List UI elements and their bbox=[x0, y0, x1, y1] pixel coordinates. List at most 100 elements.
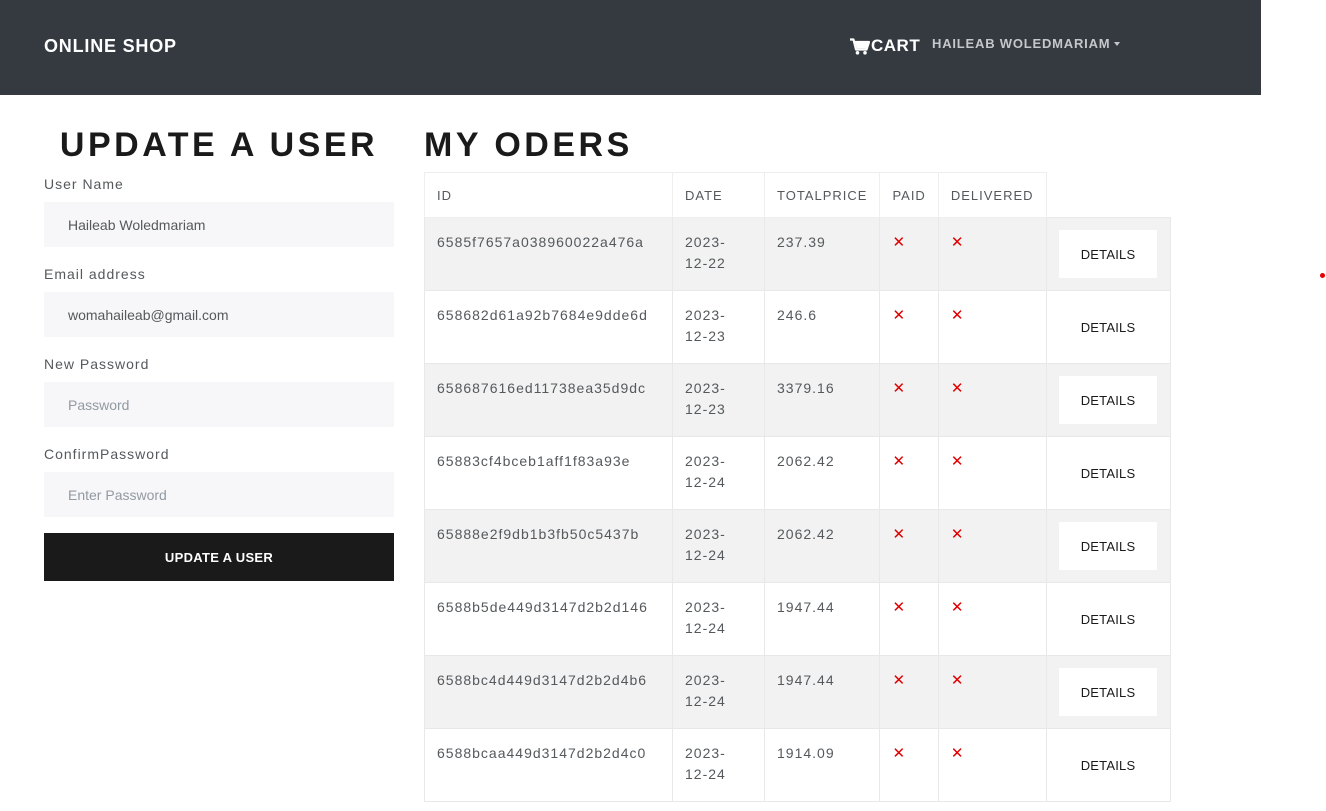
column-header-date: DATE bbox=[672, 172, 765, 218]
order-id: 6588bc4d449d3147d2b2d4b6 bbox=[424, 655, 673, 729]
cart-icon bbox=[850, 37, 870, 55]
order-date-line2: 12-24 bbox=[685, 766, 726, 782]
order-date-line1: 2023- bbox=[685, 380, 726, 396]
order-date: 2023- 12-22 bbox=[672, 217, 765, 291]
order-actions: DETAILS bbox=[1045, 436, 1171, 510]
username-input[interactable] bbox=[44, 202, 394, 247]
username-label: User Name bbox=[44, 176, 124, 192]
order-id: 658687616ed11738ea35d9dc bbox=[424, 363, 673, 437]
order-date-line2: 12-24 bbox=[685, 693, 726, 709]
column-header-actions bbox=[1046, 172, 1171, 218]
order-actions: DETAILS bbox=[1045, 509, 1171, 583]
delivered-status: ✕ bbox=[937, 655, 1047, 729]
table-row: 65883cf4bceb1aff1f83a93e 2023- 12-24 2062.4… bbox=[424, 436, 1171, 510]
order-actions: DETAILS bbox=[1045, 363, 1171, 437]
order-date-line1: 2023- bbox=[685, 234, 726, 250]
order-total: 1914.09 bbox=[763, 728, 881, 802]
delivered-status: ✕ bbox=[937, 363, 1047, 437]
paid-status: ✕ bbox=[879, 363, 939, 437]
details-button[interactable]: DETAILS bbox=[1059, 522, 1158, 570]
order-date-line1: 2023- bbox=[685, 307, 726, 323]
order-date: 2023- 12-24 bbox=[672, 436, 765, 510]
delivered-status: ✕ bbox=[937, 436, 1047, 510]
red-dot bbox=[1320, 273, 1325, 278]
order-id: 65888e2f9db1b3fb50c5437b bbox=[424, 509, 673, 583]
x-mark-icon: ✕ bbox=[892, 380, 906, 397]
orders-title: MY ODERS bbox=[424, 126, 633, 164]
order-total: 237.39 bbox=[763, 217, 881, 291]
order-date-line2: 12-24 bbox=[685, 474, 726, 490]
orders-body: 6585f7657a038960022a476a 2023- 12-22 237.39… bbox=[424, 217, 1171, 802]
order-actions: DETAILS bbox=[1045, 582, 1171, 656]
column-header-totalprice: TOTALPRICE bbox=[763, 172, 881, 218]
confirm-password-input[interactable] bbox=[44, 472, 394, 517]
order-date-line1: 2023- bbox=[685, 526, 726, 542]
paid-status: ✕ bbox=[879, 217, 939, 291]
order-date: 2023- 12-24 bbox=[672, 509, 765, 583]
table-row: 65888e2f9db1b3fb50c5437b 2023- 12-24 2062.4… bbox=[424, 509, 1171, 583]
order-date-line2: 12-22 bbox=[685, 255, 726, 271]
paid-status: ✕ bbox=[879, 582, 939, 656]
order-date: 2023- 12-23 bbox=[672, 363, 765, 437]
x-mark-icon: ✕ bbox=[950, 307, 964, 324]
order-actions: DETAILS bbox=[1045, 217, 1171, 291]
user-dropdown[interactable]: HAILEAB WOLEDMARIAM bbox=[932, 36, 1121, 51]
order-actions: DETAILS bbox=[1045, 655, 1171, 729]
details-button[interactable]: DETAILS bbox=[1059, 741, 1157, 789]
order-date-line2: 12-23 bbox=[685, 401, 726, 417]
x-mark-icon: ✕ bbox=[892, 599, 906, 616]
order-total: 1947.44 bbox=[763, 655, 881, 729]
table-row: 658682d61a92b7684e9dde6d 2023- 12-23 246.6 ✕… bbox=[424, 290, 1171, 364]
paid-status: ✕ bbox=[879, 290, 939, 364]
details-button[interactable]: DETAILS bbox=[1059, 303, 1157, 351]
cart-label: CART bbox=[871, 36, 921, 55]
order-total: 1947.44 bbox=[763, 582, 881, 656]
navbar: ONLINE SHOP CART HAILEAB WOLEDMARIAM bbox=[0, 0, 1261, 95]
details-button[interactable]: DETAILS bbox=[1059, 449, 1157, 497]
order-date: 2023- 12-23 bbox=[672, 290, 765, 364]
form-title: UPDATE A USER bbox=[59, 126, 379, 164]
x-mark-icon: ✕ bbox=[892, 453, 906, 470]
brand-link[interactable]: ONLINE SHOP bbox=[44, 36, 177, 57]
user-name-label: HAILEAB WOLEDMARIAM bbox=[932, 36, 1111, 51]
order-date: 2023- 12-24 bbox=[672, 728, 765, 802]
order-date-line1: 2023- bbox=[685, 672, 726, 688]
details-button[interactable]: DETAILS bbox=[1059, 595, 1157, 643]
delivered-status: ✕ bbox=[937, 290, 1047, 364]
paid-status: ✕ bbox=[879, 728, 939, 802]
details-button[interactable]: DETAILS bbox=[1059, 230, 1158, 278]
details-button[interactable]: DETAILS bbox=[1059, 668, 1158, 716]
order-total: 2062.42 bbox=[763, 509, 881, 583]
x-mark-icon: ✕ bbox=[950, 380, 964, 397]
orders-header-row: ID DATE TOTALPRICE PAID DELIVERED bbox=[424, 172, 1171, 218]
x-mark-icon: ✕ bbox=[950, 526, 964, 543]
column-header-paid: PAID bbox=[879, 172, 939, 218]
column-header-id: ID bbox=[424, 172, 673, 218]
column-header-delivered: DELIVERED bbox=[937, 172, 1047, 218]
update-user-button[interactable]: UPDATE A USER bbox=[44, 533, 394, 581]
x-mark-icon: ✕ bbox=[892, 526, 906, 543]
order-date: 2023- 12-24 bbox=[672, 655, 765, 729]
email-label: Email address bbox=[44, 266, 146, 282]
password-input[interactable] bbox=[44, 382, 394, 427]
table-row: 6588bcaa449d3147d2b2d4c0 2023- 12-24 1914.0… bbox=[424, 728, 1171, 802]
order-id: 6588bcaa449d3147d2b2d4c0 bbox=[424, 728, 673, 802]
cart-link[interactable]: CART bbox=[850, 36, 920, 56]
table-row: 6588bc4d449d3147d2b2d4b6 2023- 12-24 1947.4… bbox=[424, 655, 1171, 729]
details-button[interactable]: DETAILS bbox=[1059, 376, 1158, 424]
table-row: 658687616ed11738ea35d9dc 2023- 12-23 3379.1… bbox=[424, 363, 1171, 437]
caret-down-icon bbox=[1114, 42, 1121, 46]
x-mark-icon: ✕ bbox=[950, 745, 964, 762]
order-date-line1: 2023- bbox=[685, 745, 726, 761]
email-input[interactable] bbox=[44, 292, 394, 337]
order-date-line2: 12-24 bbox=[685, 547, 726, 563]
order-total: 246.6 bbox=[763, 290, 881, 364]
order-id: 6588b5de449d3147d2b2d146 bbox=[424, 582, 673, 656]
x-mark-icon: ✕ bbox=[892, 672, 906, 689]
x-mark-icon: ✕ bbox=[892, 307, 906, 324]
delivered-status: ✕ bbox=[937, 728, 1047, 802]
delivered-status: ✕ bbox=[937, 217, 1047, 291]
password-label: New Password bbox=[44, 356, 150, 372]
table-row: 6585f7657a038960022a476a 2023- 12-22 237.39… bbox=[424, 217, 1171, 291]
order-id: 65883cf4bceb1aff1f83a93e bbox=[424, 436, 673, 510]
